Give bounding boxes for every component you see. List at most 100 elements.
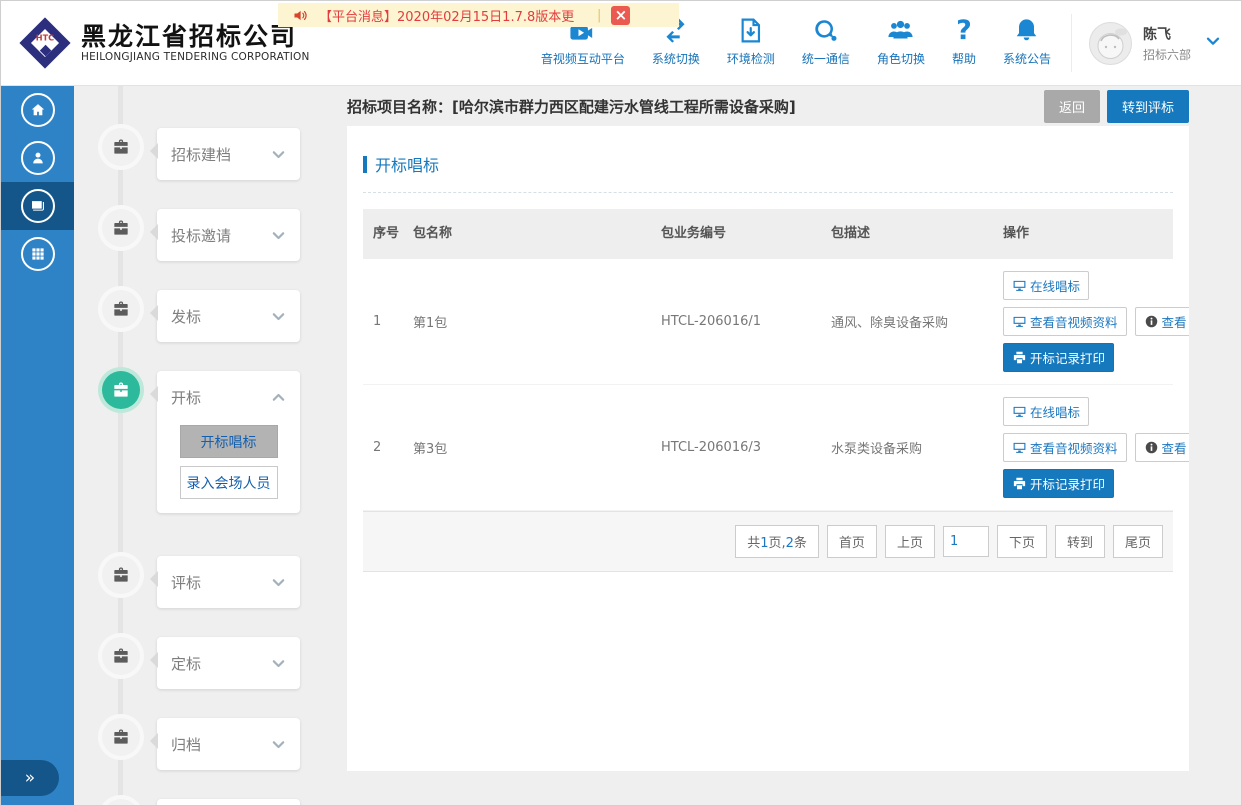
col-header-code: 包业务编号 — [651, 217, 821, 251]
table-header-row: 序号 包名称 包业务编号 包描述 操作 — [363, 209, 1173, 259]
step-card[interactable]: 结案 — [157, 799, 300, 806]
step-card[interactable]: 定标 — [157, 637, 300, 689]
step-card[interactable]: 发标 — [157, 290, 300, 342]
printer-icon — [1012, 476, 1027, 491]
nav-label: 音视频互动平台 — [541, 50, 625, 67]
row-actions: 在线唱标 查看音视频资料 查看 开标记录 — [993, 385, 1189, 510]
nav-item-system-announce[interactable]: 系统公告 — [1003, 15, 1051, 67]
person-icon — [21, 141, 55, 175]
cell-package-name: 第1包 — [403, 304, 651, 339]
step-item-evaluate: 评标 — [74, 556, 331, 608]
step-sub-menu: 开标唱标 录入会场人员 — [157, 423, 300, 513]
role-switch-icon — [886, 15, 915, 45]
rail-expand-button[interactable]: » — [1, 760, 59, 796]
section-head: 开标唱标 — [363, 142, 1173, 193]
col-header-actions: 操作 — [993, 217, 1173, 251]
project-title-name: [哈尔滨市群力西区配建污水管线工程所需设备采购] — [452, 98, 796, 116]
pagination-next-button[interactable]: 下页 — [997, 525, 1047, 558]
nav-item-role-switch[interactable]: 角色切换 — [877, 15, 925, 67]
briefcase-icon — [102, 371, 140, 409]
monitor-icon — [1012, 278, 1027, 293]
notice-divider: | — [597, 8, 601, 23]
nav-item-env-check[interactable]: 环境检测 — [727, 15, 775, 67]
rail-item-home[interactable] — [1, 86, 74, 134]
company-name-cn: 黑龙江省招标公司 — [81, 23, 310, 51]
nav-label: 统一通信 — [802, 50, 850, 67]
step-label: 发标 — [171, 306, 271, 327]
rail-item-projects[interactable] — [1, 182, 74, 230]
online-call-button[interactable]: 在线唱标 — [1003, 397, 1089, 426]
notice-close-button[interactable]: × — [611, 6, 630, 25]
print-record-button[interactable]: 开标记录打印 — [1003, 469, 1114, 498]
user-dept: 招标六部 — [1143, 46, 1191, 63]
chevron-down-icon[interactable] — [1205, 33, 1221, 53]
online-call-button[interactable]: 在线唱标 — [1003, 271, 1089, 300]
notice-message: 【平台消息】2020年02月15日1.7.8版本更 — [319, 6, 587, 25]
monitor-icon — [1012, 440, 1027, 455]
cell-no: 2 — [363, 432, 403, 463]
nav-item-unified-comm[interactable]: 统一通信 — [802, 15, 850, 67]
goto-evaluation-button[interactable]: 转到评标 — [1107, 90, 1189, 123]
rail-item-user[interactable] — [1, 134, 74, 182]
section-title: 开标唱标 — [375, 152, 439, 176]
step-card[interactable]: 评标 — [157, 556, 300, 608]
pagination-prev-button[interactable]: 上页 — [885, 525, 935, 558]
info-icon — [1144, 440, 1159, 455]
pagination-goto-button[interactable]: 转到 — [1055, 525, 1105, 558]
grid-icon — [21, 237, 55, 271]
step-card[interactable]: 招标建档 — [157, 128, 300, 180]
cell-no: 1 — [363, 306, 403, 337]
chevron-down-icon — [271, 656, 286, 671]
step-label: 评标 — [171, 572, 271, 593]
chevron-down-icon — [271, 309, 286, 324]
nav-label: 环境检测 — [727, 50, 775, 67]
pagination-first-button[interactable]: 首页 — [827, 525, 877, 558]
step-card: 开标 开标唱标 录入会场人员 — [157, 371, 300, 513]
sub-item-enter-attendees[interactable]: 录入会场人员 — [180, 466, 278, 499]
cell-package-desc: 通风、除臭设备采购 — [821, 304, 993, 339]
back-button[interactable]: 返回 — [1044, 90, 1100, 123]
pagination-bar: 共1页,2条 首页 上页 下页 转到 尾页 — [363, 511, 1173, 572]
project-title: 招标项目名称：[哈尔滨市群力西区配建污水管线工程所需设备采购] — [347, 96, 1037, 117]
home-icon — [21, 93, 55, 127]
sub-item-open-bid-call[interactable]: 开标唱标 — [180, 425, 278, 458]
step-item-archive-create: 招标建档 — [74, 128, 331, 180]
body-row: » 招标建档 投标邀请 — [1, 86, 1241, 806]
step-card[interactable]: 投标邀请 — [157, 209, 300, 261]
step-item-open-bid: 开标 开标唱标 录入会场人员 — [74, 371, 331, 513]
view-av-button[interactable]: 查看音视频资料 — [1003, 433, 1127, 462]
monitor-icon — [1012, 404, 1027, 419]
chevron-down-icon — [271, 737, 286, 752]
view-info-button[interactable]: 查看 — [1135, 433, 1189, 462]
action-line: 查看音视频资料 查看 — [1003, 433, 1189, 462]
user-box[interactable]: 陈飞 招标六部 — [1071, 14, 1221, 72]
briefcase-icon — [102, 209, 140, 247]
row-actions: 在线唱标 查看音视频资料 查看 开标记录 — [993, 259, 1189, 384]
chevron-down-icon — [271, 147, 286, 162]
page-head: 招标项目名称：[哈尔滨市群力西区配建污水管线工程所需设备采购] 返回 转到评标 — [347, 86, 1189, 126]
page-number-input[interactable] — [943, 526, 989, 557]
htc-diamond-logo-icon: HTC — [17, 15, 73, 71]
step-item-archive: 归档 — [74, 718, 331, 770]
company-logo: HTC 黑龙江省招标公司 HEILONGJIANG TENDERING CORP… — [17, 15, 310, 71]
col-header-name: 包名称 — [403, 217, 651, 251]
view-av-button[interactable]: 查看音视频资料 — [1003, 307, 1127, 336]
print-record-button[interactable]: 开标记录打印 — [1003, 343, 1114, 372]
briefcase-icon — [102, 718, 140, 756]
top-header: HTC 黑龙江省招标公司 HEILONGJIANG TENDERING CORP… — [1, 1, 1241, 86]
company-name-en: HEILONGJIANG TENDERING CORPORATION — [81, 51, 310, 63]
step-head-open-bid[interactable]: 开标 — [157, 371, 300, 423]
company-name-block: 黑龙江省招标公司 HEILONGJIANG TENDERING CORPORAT… — [81, 23, 310, 63]
briefcase-icon — [102, 290, 140, 328]
chevron-up-icon — [271, 390, 286, 405]
question-icon: ? — [956, 15, 972, 45]
step-item-bid-invite: 投标邀请 — [74, 209, 331, 261]
step-label: 招标建档 — [171, 144, 271, 165]
pagination-last-button[interactable]: 尾页 — [1113, 525, 1163, 558]
printer-icon — [1012, 350, 1027, 365]
step-card[interactable]: 归档 — [157, 718, 300, 770]
briefcase-icon — [102, 556, 140, 594]
view-info-button[interactable]: 查看 — [1135, 307, 1189, 336]
rail-item-apps[interactable] — [1, 230, 74, 278]
nav-item-help[interactable]: ? 帮助 — [952, 15, 976, 67]
